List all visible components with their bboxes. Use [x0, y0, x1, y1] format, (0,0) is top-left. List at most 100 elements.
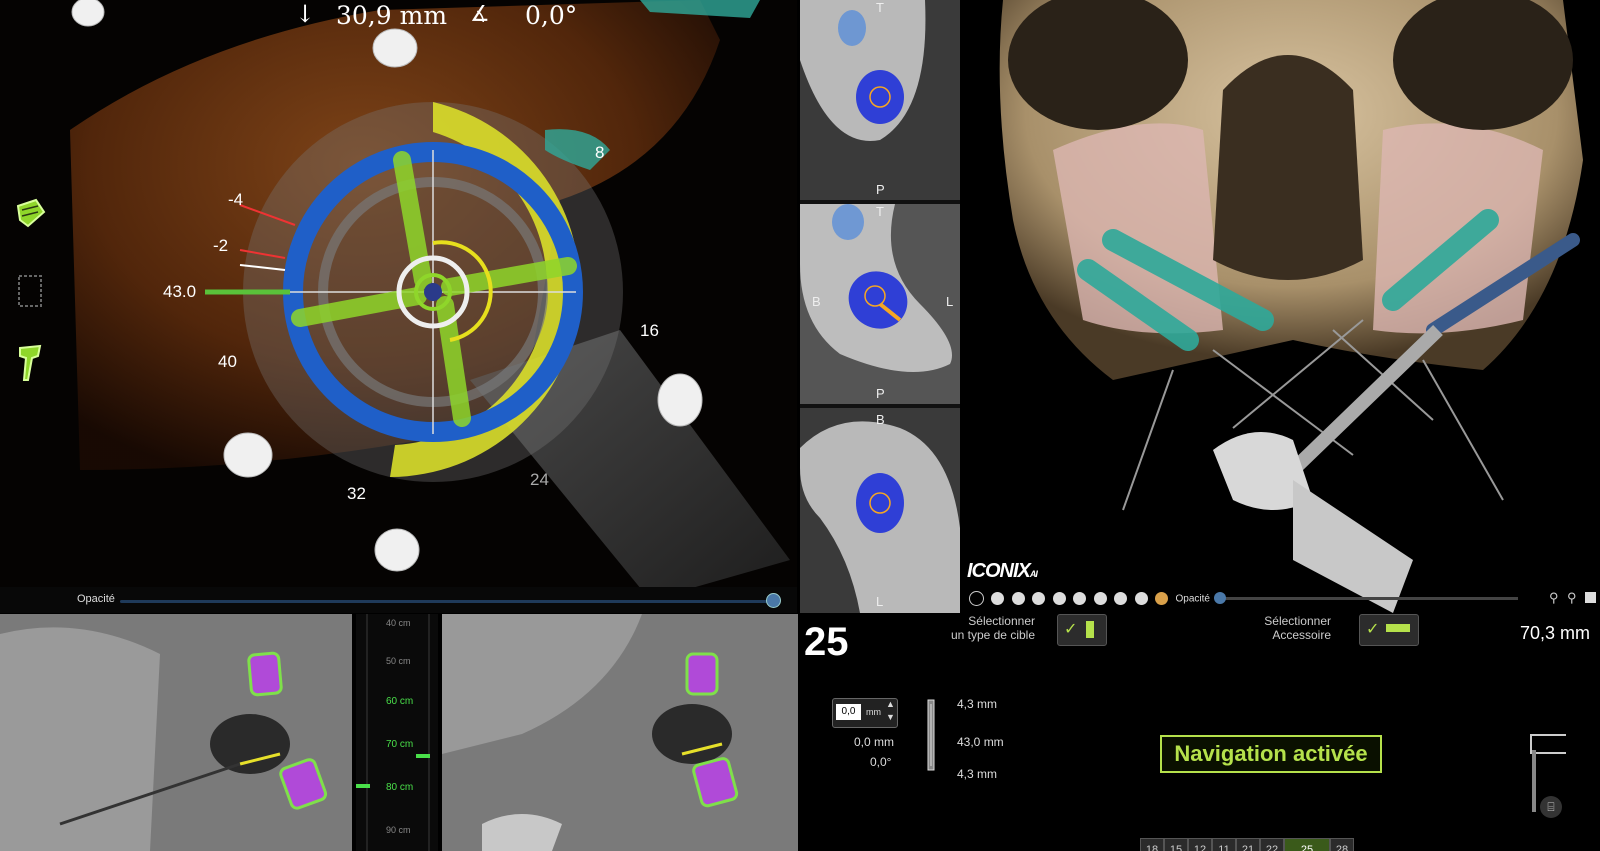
- scale-label-40: 40: [218, 352, 237, 371]
- scale-label-16: 16: [640, 321, 659, 340]
- depth-label-60: 60 cm: [386, 696, 414, 707]
- tracking-camera-right: [442, 614, 798, 851]
- implant-length: 43,0 mm: [957, 735, 1004, 749]
- 3d-toolbar: Opacité ⚲ ⚲: [969, 590, 1599, 610]
- slice-bottom-label-bottom: L: [876, 594, 884, 609]
- screenshot-icon[interactable]: ⌸: [1540, 796, 1562, 818]
- check-icon: ✓: [1366, 621, 1380, 638]
- decrement-icon[interactable]: ▼: [886, 712, 895, 722]
- opacity-slider-handle[interactable]: [766, 593, 781, 608]
- select-target-label: Sélectionner un type de cible: [950, 614, 1035, 642]
- 3d-opacity-label: Opacité: [1175, 593, 1210, 605]
- head-view-front-icon[interactable]: [991, 592, 1005, 606]
- head-view-bottom-icon[interactable]: [1073, 592, 1087, 606]
- head-view-back-icon[interactable]: [1093, 592, 1107, 606]
- check-icon[interactable]: [969, 591, 984, 607]
- slice-view-middle[interactable]: T B L P: [800, 204, 960, 404]
- depth-label-70: 70 cm: [386, 739, 414, 750]
- opacity-slider[interactable]: [120, 600, 775, 603]
- depth-label-80: 80 cm: [386, 782, 414, 793]
- slice-top-label-top: T: [876, 0, 884, 15]
- tracking-camera-left: [0, 614, 352, 851]
- drill-tool-icon[interactable]: [14, 342, 48, 384]
- slice-view-bottom[interactable]: B L: [800, 408, 960, 613]
- iconix-logo: ICONIXAI: [967, 560, 1038, 582]
- select-target-button[interactable]: ✓: [1057, 614, 1107, 646]
- 3d-opacity-slider[interactable]: [1214, 592, 1519, 605]
- diameter-bottom: 4,3 mm: [957, 767, 998, 781]
- slice-middle-label-left: B: [812, 294, 821, 309]
- select-accessory-label: Sélectionner Accessoire: [1264, 614, 1331, 642]
- offset-unit: mm: [866, 707, 881, 717]
- teeth-view-icon[interactable]: [1155, 592, 1169, 606]
- implant-template-icon[interactable]: [14, 196, 48, 238]
- volume-render: [70, 0, 790, 600]
- 3d-opacity-handle[interactable]: [1214, 592, 1227, 605]
- depth-label-90: 90 cm: [386, 825, 411, 835]
- accessory-preview-shaft: [1532, 750, 1536, 812]
- tooth-number: 25: [804, 620, 849, 664]
- scale-label-neg2: -2: [213, 236, 229, 255]
- slice-image: [800, 421, 960, 613]
- head-view-right-icon[interactable]: [1032, 592, 1046, 606]
- tooth-tab-25[interactable]: 25: [1284, 838, 1330, 851]
- implant-diagram: [927, 699, 935, 771]
- diameter-top: 4,3 mm: [957, 697, 998, 711]
- depth-readout: 30,9 mm: [336, 1, 448, 30]
- slice-view-top[interactable]: T P: [800, 0, 960, 200]
- tooth-tab-15[interactable]: 15: [1164, 838, 1188, 851]
- angle-icon: ∡: [470, 2, 490, 27]
- slice-top-label-bottom: P: [876, 182, 885, 197]
- tooth-tab-28[interactable]: 28: [1330, 838, 1354, 851]
- depth-offset: 0,0 mm: [854, 735, 895, 749]
- opacity-label: Opacité: [77, 593, 115, 605]
- head-view-top-icon[interactable]: [1052, 592, 1066, 606]
- cube-icon[interactable]: [1585, 592, 1596, 603]
- tooth-tab-18[interactable]: 18: [1140, 838, 1164, 851]
- tooth-tab-21[interactable]: 21: [1236, 838, 1260, 851]
- opacity-control: Opacité: [0, 587, 797, 613]
- bone-view-icon[interactable]: [1114, 592, 1128, 606]
- grid-toggle-icon[interactable]: [14, 270, 48, 312]
- tilt-value-label: 43.0: [163, 282, 197, 301]
- tooth-tab-11[interactable]: 11: [1212, 838, 1236, 851]
- camera-image: [0, 614, 352, 851]
- slice-image: [800, 204, 960, 404]
- offset-input[interactable]: 0,0: [836, 704, 861, 720]
- offset-stepper[interactable]: 0,0 mm ▲ ▼: [832, 698, 898, 728]
- implant-icon: [1086, 621, 1094, 638]
- camera-image: [442, 614, 798, 851]
- increment-icon[interactable]: ▲: [886, 699, 895, 709]
- probe-alt-icon[interactable]: ⚲: [1567, 590, 1577, 606]
- scale-label-neg4: -4: [228, 190, 244, 209]
- navigation-status-badge: Navigation activée: [1160, 735, 1382, 773]
- skin-view-icon[interactable]: [1134, 592, 1148, 606]
- angle-readout: 0,0°: [525, 1, 578, 30]
- scale-label-8: 8: [595, 143, 605, 162]
- slice-middle-label-top: T: [876, 204, 884, 219]
- tooth-tab-22[interactable]: 22: [1260, 838, 1284, 851]
- slice-bottom-label-top: B: [876, 412, 885, 427]
- tooth-tab-12[interactable]: 12: [1188, 838, 1212, 851]
- slice-middle-label-right: L: [946, 294, 954, 309]
- head-view-left-icon[interactable]: [1011, 592, 1025, 606]
- depth-arrow-icon: ↓: [295, 0, 316, 28]
- distance-readout: 70,3 mm: [1520, 623, 1591, 643]
- scale-label-32: 32: [347, 484, 366, 503]
- 3d-skull-render: [999, 0, 1583, 613]
- 3d-volume-view[interactable]: ICONIXAI Opacité ⚲ ⚲: [963, 0, 1600, 613]
- scale-label-24: 24: [530, 470, 549, 489]
- navigation-target-view: ↓ 30,9 mm ∡ 0,0° -4 -2 43.0 40 8 16 24 3…: [0, 0, 797, 613]
- slice-image: [800, 0, 926, 141]
- angle-offset: 0,0°: [870, 755, 892, 769]
- select-accessory-button[interactable]: ✓: [1359, 614, 1419, 646]
- check-icon: ✓: [1064, 621, 1078, 638]
- depth-marker-right: [416, 754, 430, 758]
- depth-ruler: 40 cm 50 cm 60 cm 70 cm 80 cm 90 cm: [356, 614, 438, 851]
- control-panel: 25 Sélectionner un type de cible ✓ Sélec…: [800, 614, 1600, 851]
- depth-label-50: 50 cm: [386, 656, 411, 666]
- accessory-icon: [1386, 624, 1410, 632]
- depth-label-40: 40 cm: [386, 618, 411, 628]
- probe-icon[interactable]: ⚲: [1549, 590, 1559, 606]
- depth-marker-left: [356, 784, 370, 788]
